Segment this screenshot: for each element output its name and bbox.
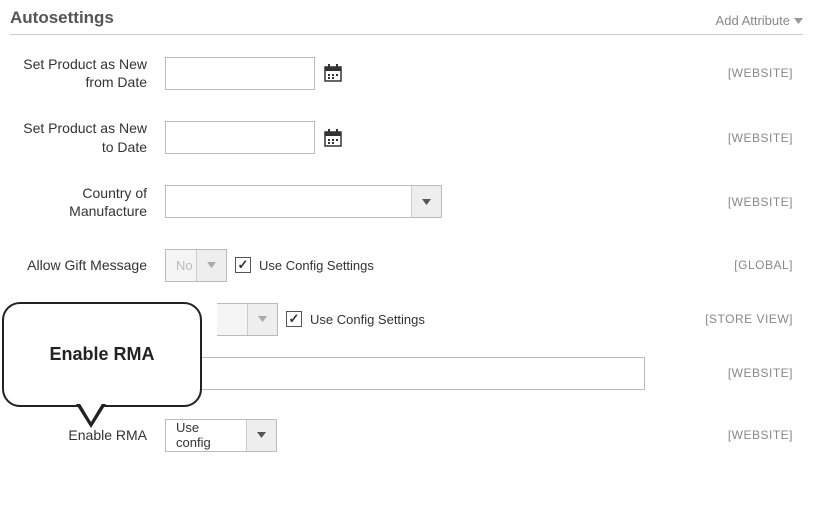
dropdown-toggle: [247, 304, 277, 335]
add-attribute-label: Add Attribute: [716, 13, 790, 28]
select-hidden: [217, 303, 278, 336]
scope-label: [WEBSITE]: [693, 195, 803, 209]
tooltip-enable-rma: Enable RMA: [2, 302, 202, 407]
select-hidden-value: [217, 304, 247, 335]
input-new-to-date[interactable]: [165, 121, 315, 154]
scope-label: [STORE VIEW]: [693, 312, 803, 326]
scope-label: [WEBSITE]: [693, 131, 803, 145]
input-new-from-date[interactable]: [165, 57, 315, 90]
scope-label: [WEBSITE]: [693, 66, 803, 80]
caret-down-icon: [794, 18, 803, 24]
scope-label: [WEBSITE]: [693, 366, 803, 380]
checkbox-label: Use Config Settings: [259, 258, 374, 273]
select-country[interactable]: [165, 185, 442, 218]
scope-label: [WEBSITE]: [693, 428, 803, 442]
dropdown-toggle[interactable]: [246, 420, 276, 451]
label-enable-rma: Enable RMA: [10, 426, 165, 444]
section-title: Autosettings: [10, 8, 114, 28]
checkbox-hidden-use-config[interactable]: ✓: [286, 311, 302, 327]
tooltip-text: Enable RMA: [49, 344, 154, 365]
scope-label: [GLOBAL]: [693, 258, 803, 272]
label-new-to-date: Set Product as New to Date: [10, 119, 165, 155]
select-rma-value: Use config: [166, 420, 246, 451]
label-country: Country of Manufacture: [10, 184, 165, 220]
checkbox-label: Use Config Settings: [310, 312, 425, 327]
input-wide[interactable]: [165, 357, 645, 390]
label-gift-message: Allow Gift Message: [10, 256, 165, 274]
calendar-icon[interactable]: [323, 128, 343, 148]
checkbox-gift-use-config[interactable]: ✓: [235, 257, 251, 273]
select-enable-rma[interactable]: Use config: [165, 419, 277, 452]
select-gift-value: No: [166, 250, 196, 281]
dropdown-toggle: [196, 250, 226, 281]
label-new-from-date: Set Product as New from Date: [10, 55, 165, 91]
select-country-value: [166, 186, 411, 217]
add-attribute-button[interactable]: Add Attribute: [716, 13, 803, 28]
dropdown-toggle[interactable]: [411, 186, 441, 217]
calendar-icon[interactable]: [323, 63, 343, 83]
tooltip-tail-icon: [76, 404, 106, 428]
select-gift-message: No: [165, 249, 227, 282]
